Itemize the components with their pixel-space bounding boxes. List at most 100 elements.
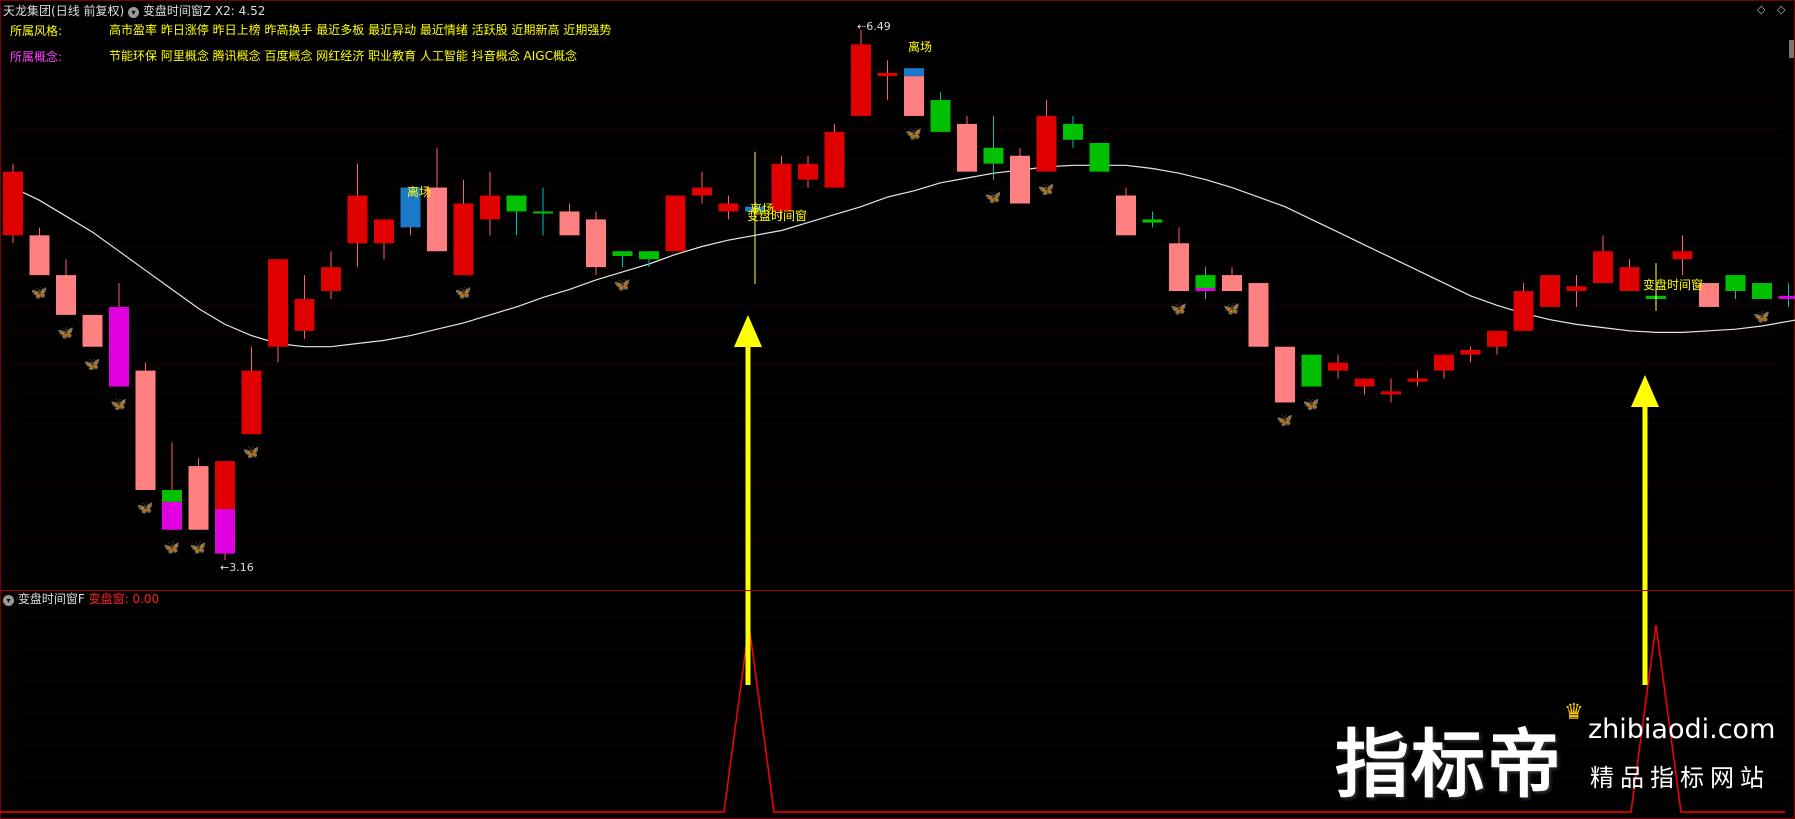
- candle-body: [1063, 123, 1083, 140]
- butterfly-signal-icon: 🦋: [31, 286, 47, 301]
- candle-body: [56, 275, 76, 315]
- arrow-up-icon: [1631, 375, 1659, 407]
- candle-body: [904, 68, 924, 77]
- candle-body: [586, 219, 606, 268]
- window-close-icon[interactable]: ◇: [1777, 3, 1785, 16]
- candle-body: [1593, 251, 1613, 284]
- low-price-label: ←3.16: [220, 561, 254, 574]
- style-tags: 高市盈率 昨日涨停 昨日上榜 昨高换手 最近多板 最近异动 最近情绪 活跃股 近…: [109, 23, 612, 37]
- candle-body: [215, 461, 235, 510]
- candle-body: [957, 123, 977, 172]
- window-signal-label: 变盘时间窗: [747, 209, 808, 223]
- candle-body: [930, 100, 951, 132]
- stock-name: 天龙集团: [3, 4, 52, 18]
- style-label: 所属风格:: [10, 24, 63, 38]
- collapse-toggle-icon[interactable]: ▾: [3, 595, 14, 606]
- butterfly-signal-icon: 🦋: [84, 358, 100, 373]
- butterfly-signal-icon: 🦋: [190, 541, 206, 556]
- concept-tags: 节能环保 阿里概念 腾讯概念 百度概念 网红经济 职业教育 人工智能 抖音概念 …: [109, 49, 577, 63]
- candle-body: [533, 211, 553, 214]
- sub-series-label: 变盘窗:: [88, 592, 129, 606]
- butterfly-signal-icon: 🦋: [1277, 413, 1293, 428]
- window-signal-label: 变盘时间窗: [1643, 278, 1704, 292]
- candle-body: [1434, 354, 1454, 371]
- candle-body: [665, 195, 686, 252]
- candle-body: [639, 251, 659, 260]
- candle-body: [983, 147, 1004, 164]
- candle-body: [1116, 195, 1136, 236]
- candle-body: [1566, 286, 1587, 292]
- panel-divider: [0, 590, 1795, 591]
- candle-body: [877, 72, 898, 77]
- scroll-handle[interactable]: [1789, 40, 1794, 58]
- candle-body: [1010, 155, 1030, 204]
- crown-icon: ♛: [1564, 700, 1584, 725]
- butterfly-signal-icon: 🦋: [111, 398, 127, 413]
- arrow-up-icon: [734, 315, 762, 347]
- candle-body: [798, 163, 818, 180]
- watermark-url: zhibiaodi.com: [1588, 714, 1776, 745]
- candle-body: [347, 195, 368, 244]
- candle-body: [1354, 378, 1375, 387]
- butterfly-signal-icon: 🦋: [906, 127, 922, 142]
- sub-panel-title: ▾ 变盘时间窗F 变盘窗: 0.00: [3, 592, 159, 606]
- candle-body: [1540, 275, 1560, 307]
- candle-body: [824, 131, 845, 188]
- candle-body: [294, 298, 315, 331]
- candle-body: [1381, 391, 1401, 395]
- candle-body: [215, 509, 235, 554]
- x2-value: 4.52: [238, 4, 266, 18]
- low-price-value: 3.16: [229, 561, 254, 574]
- butterfly-signal-icon: 🦋: [455, 286, 471, 301]
- butterfly-signal-icon: 🦋: [58, 326, 74, 341]
- leave-signal-label: 离场: [908, 40, 933, 54]
- candle-body: [1328, 362, 1348, 371]
- window-restore-icon[interactable]: ◇: [1757, 3, 1765, 16]
- butterfly-signal-icon: 🦋: [1224, 302, 1240, 317]
- butterfly-signal-icon: 🦋: [1038, 183, 1054, 198]
- chart-canvas[interactable]: 🦋 🦋 🦋 🦋 🦋 🦋 🦋 🦋 🦋 🦋 🦋 🦋 🦋 🦋 🦋 🦋 🦋 🦋: [0, 0, 1795, 819]
- candle-body: [188, 466, 209, 530]
- candle-body: [82, 314, 103, 347]
- candle-body: [374, 219, 394, 244]
- candle-body: [1222, 275, 1242, 292]
- candle-body: [29, 235, 50, 276]
- candle-body: [1089, 143, 1110, 172]
- candle-body: [453, 203, 474, 276]
- candle-body: [1487, 330, 1507, 347]
- high-price-label: ⇠6.49: [857, 20, 891, 33]
- candle-body: [162, 501, 182, 530]
- candle-body: [1195, 288, 1216, 292]
- candle-body: [135, 370, 156, 490]
- candle-body: [1195, 275, 1216, 289]
- candle-body: [559, 211, 580, 236]
- sub-indicator-name: 变盘时间窗F: [17, 592, 85, 606]
- concept-label: 所属概念:: [10, 50, 63, 64]
- candle-body: [241, 370, 262, 435]
- candle-body: [321, 267, 341, 292]
- candle-body: [1725, 275, 1746, 292]
- butterfly-signal-icon: 🦋: [614, 278, 630, 293]
- butterfly-signal-icon: 🦋: [137, 501, 153, 516]
- candle-body: [718, 203, 739, 212]
- collapse-toggle-icon[interactable]: ▾: [128, 7, 140, 18]
- leave-signal-label: 离场: [407, 185, 432, 199]
- candle-body: [506, 195, 527, 212]
- window-title: 天龙集团(日线 前复权) ▾ 变盘时间窗Z X2: 4.52: [3, 4, 265, 18]
- candle-body: [771, 163, 792, 212]
- candle-body: [851, 44, 871, 116]
- candle-body: [1778, 295, 1795, 299]
- butterfly-signal-icon: 🦋: [1303, 398, 1319, 413]
- candle-body: [480, 195, 500, 220]
- indicator-name: 变盘时间窗Z: [142, 4, 212, 18]
- candle-body: [692, 187, 712, 196]
- candle-body: [1672, 251, 1693, 260]
- candle-body: [1619, 267, 1640, 292]
- candle-body: [162, 489, 182, 502]
- sub-series-value: 0.00: [132, 592, 160, 606]
- price-mode: (日线 前复权): [51, 4, 125, 18]
- candle-body: [1407, 378, 1428, 382]
- candle-body: [1460, 349, 1481, 355]
- candle-body: [904, 76, 924, 116]
- butterfly-signal-icon: 🦋: [243, 445, 259, 460]
